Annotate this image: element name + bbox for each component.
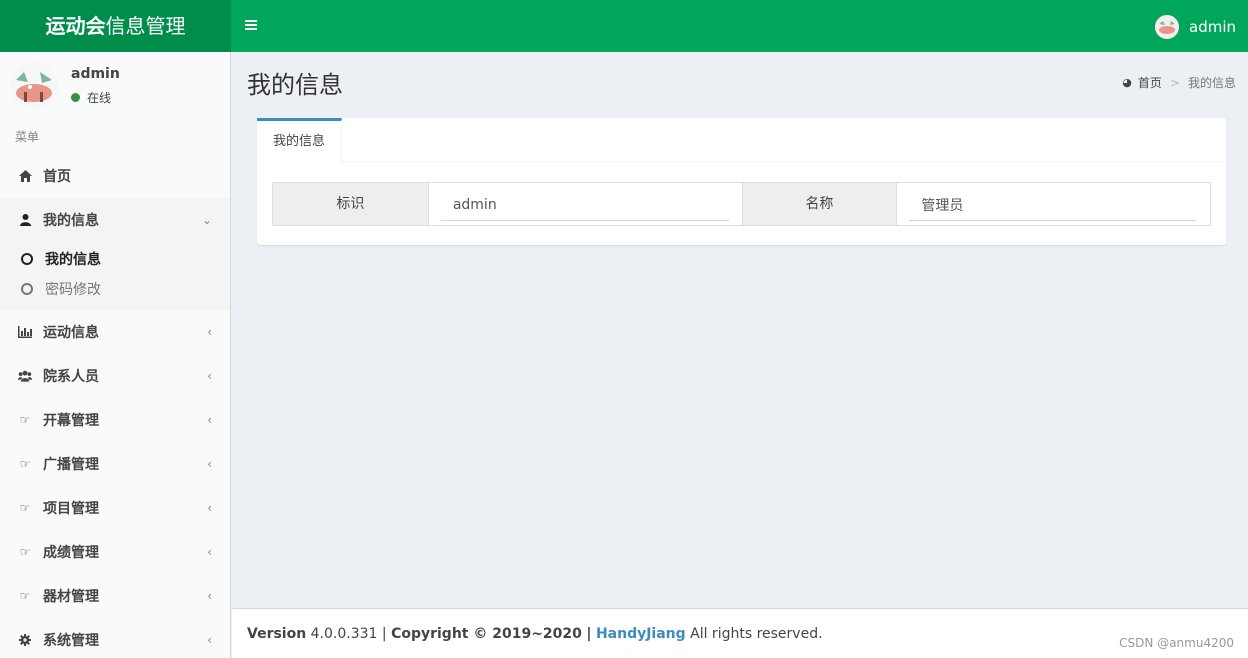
sidebar-item-projects[interactable]: ☞ 项目管理 ‹ bbox=[0, 486, 230, 530]
status-text: 在线 bbox=[87, 91, 112, 105]
users-icon bbox=[18, 369, 32, 383]
sidebar-item-label: 器材管理 bbox=[43, 589, 99, 605]
top-header: 运动会信息管理 admin bbox=[0, 0, 1248, 52]
user-name-top: admin bbox=[1189, 18, 1236, 36]
sidebar: admin 在线 菜单 首页 我的信息 ⌄ 我的信息 密码修改 运动信息 ‹ 院… bbox=[0, 52, 231, 658]
breadcrumb-separator: > bbox=[1169, 75, 1180, 90]
chevron-left-icon: ‹ bbox=[207, 589, 212, 603]
chevron-left-icon: ‹ bbox=[207, 369, 212, 383]
user-status: 在线 bbox=[71, 89, 111, 106]
user-panel: admin 在线 bbox=[0, 52, 231, 120]
submenu-item-label: 我的信息 bbox=[45, 252, 101, 268]
menu-toggle-icon[interactable] bbox=[245, 18, 259, 34]
footer-sep-2: | bbox=[586, 626, 592, 642]
avatar bbox=[10, 62, 58, 110]
chevron-left-icon: ‹ bbox=[207, 633, 212, 647]
breadcrumb-current: 我的信息 bbox=[1187, 76, 1236, 90]
sidebar-item-label: 我的信息 bbox=[43, 213, 99, 229]
avatar-small bbox=[1155, 15, 1179, 39]
submenu-item-my-info[interactable]: 我的信息 bbox=[0, 244, 230, 274]
sidebar-item-label: 系统管理 bbox=[43, 633, 99, 649]
hand-point-icon: ☞ bbox=[19, 501, 31, 515]
user-name: admin bbox=[71, 66, 120, 82]
id-cell bbox=[429, 183, 742, 225]
sidebar-item-broadcast[interactable]: ☞ 广播管理 ‹ bbox=[0, 442, 230, 486]
chevron-left-icon: ‹ bbox=[207, 413, 212, 427]
chevron-left-icon: ‹ bbox=[207, 501, 212, 515]
name-cell bbox=[897, 183, 1210, 225]
breadcrumb-home[interactable]: 首页 bbox=[1138, 74, 1162, 91]
circle-icon bbox=[21, 283, 33, 295]
hand-point-icon: ☞ bbox=[19, 589, 31, 603]
app-logo[interactable]: 运动会信息管理 bbox=[0, 0, 231, 52]
version-value: 4.0.0.331 bbox=[310, 626, 378, 642]
breadcrumb: ◕ 首页 > 我的信息 bbox=[1122, 74, 1236, 91]
chevron-left-icon: ‹ bbox=[207, 545, 212, 559]
sidebar-item-scores[interactable]: ☞ 成绩管理 ‹ bbox=[0, 530, 230, 574]
chevron-left-icon: ‹ bbox=[207, 325, 212, 339]
sidebar-item-equipment[interactable]: ☞ 器材管理 ‹ bbox=[0, 574, 230, 618]
footer: Version 4.0.0.331 | Copyright © 2019~202… bbox=[232, 608, 1248, 658]
circle-icon bbox=[21, 253, 33, 265]
chevron-down-icon: ⌄ bbox=[201, 213, 212, 227]
id-label: 标识 bbox=[273, 183, 429, 225]
id-field[interactable] bbox=[440, 189, 729, 221]
chevron-left-icon: ‹ bbox=[207, 457, 212, 471]
sidebar-item-label: 首页 bbox=[43, 169, 71, 185]
gear-icon bbox=[18, 633, 32, 647]
logo-bold: 运动会 bbox=[45, 14, 106, 38]
sidebar-item-label: 项目管理 bbox=[43, 501, 99, 517]
submenu-item-label: 密码修改 bbox=[45, 282, 101, 298]
tab-bar: 我的信息 bbox=[257, 118, 1226, 162]
menu-header: 菜单 bbox=[15, 130, 40, 144]
sidebar-item-label: 广播管理 bbox=[43, 457, 99, 473]
sidebar-item-label: 院系人员 bbox=[43, 369, 99, 385]
footer-sep-1: | bbox=[381, 626, 387, 642]
user-menu[interactable]: admin bbox=[1155, 14, 1236, 40]
info-table: 标识 名称 bbox=[272, 182, 1211, 226]
tab-my-info[interactable]: 我的信息 bbox=[257, 118, 343, 162]
page-title: 我的信息 bbox=[247, 71, 343, 99]
name-label: 名称 bbox=[741, 183, 898, 225]
watermark: CSDN @anmu4200 bbox=[1119, 636, 1234, 650]
copyright-text: Copyright © 2019~2020 bbox=[391, 626, 582, 642]
dashboard-icon: ◕ bbox=[1122, 76, 1132, 89]
logo-rest: 信息管理 bbox=[105, 14, 186, 38]
hand-point-icon: ☞ bbox=[19, 413, 31, 427]
sidebar-item-label: 成绩管理 bbox=[43, 545, 99, 561]
hand-point-icon: ☞ bbox=[19, 545, 31, 559]
sidebar-item-home[interactable]: 首页 bbox=[0, 154, 230, 198]
brand-link[interactable]: HandyJiang bbox=[596, 626, 686, 642]
sidebar-item-sports[interactable]: 运动信息 ‹ bbox=[0, 310, 230, 354]
name-field[interactable] bbox=[909, 189, 1198, 221]
submenu-item-password[interactable]: 密码修改 bbox=[0, 274, 230, 304]
sidebar-item-system[interactable]: 系统管理 ‹ bbox=[0, 618, 230, 658]
home-icon bbox=[18, 169, 32, 183]
sidebar-item-opening[interactable]: ☞ 开幕管理 ‹ bbox=[0, 398, 230, 442]
hand-point-icon: ☞ bbox=[19, 457, 31, 471]
online-dot-icon bbox=[71, 93, 80, 102]
info-box: 我的信息 标识 名称 bbox=[257, 118, 1226, 245]
sidebar-item-label: 开幕管理 bbox=[43, 413, 99, 429]
rights-text: All rights reserved. bbox=[690, 626, 823, 642]
sidebar-item-label: 运动信息 bbox=[43, 325, 99, 341]
version-label: Version bbox=[247, 626, 307, 642]
sidebar-menu: 首页 我的信息 ⌄ 我的信息 密码修改 运动信息 ‹ 院系人员 ‹ ☞ 开幕管理… bbox=[0, 154, 230, 658]
user-icon bbox=[18, 213, 32, 227]
submenu-my-info: 我的信息 密码修改 bbox=[0, 242, 230, 310]
sidebar-item-staff[interactable]: 院系人员 ‹ bbox=[0, 354, 230, 398]
bar-chart-icon bbox=[18, 325, 32, 339]
sidebar-item-my-info[interactable]: 我的信息 ⌄ bbox=[0, 198, 230, 242]
